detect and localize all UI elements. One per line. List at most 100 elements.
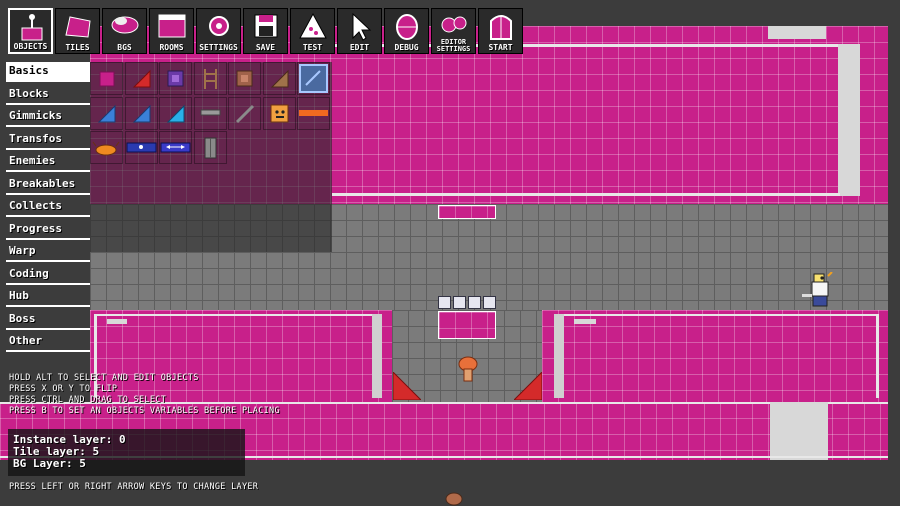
room-lower-right-wall-left [554,314,564,398]
toolbar-debug-button[interactable]: DEBUG [384,8,429,54]
toolbar-start-button[interactable]: START [478,8,523,54]
toolbar-settings-button[interactable]: SETTINGS [196,8,241,54]
palette-selected-tool[interactable] [297,62,330,95]
pink-square-icon [91,71,122,98]
toolbar-editor-settings-button[interactable]: EDITOR SETTINGS [431,8,476,54]
block-row[interactable] [438,296,498,309]
arrow-conveyor-icon [160,142,191,167]
palette-conveyor[interactable] [124,131,158,167]
room-top-outline-bottom [332,193,840,196]
palette-brown-slope[interactable] [262,62,296,98]
blue-slope-icon [91,104,122,133]
cyan-slope-icon [160,104,191,133]
floor-pillar [770,402,828,460]
category-blocks[interactable]: Blocks [6,85,90,105]
rail-icon [229,104,260,133]
red-slope-icon [126,69,157,98]
room-top-wall-right [838,44,860,196]
toolbar-edit-button[interactable]: EDIT [337,8,382,54]
small-block[interactable] [453,296,466,309]
toolbar-button-label: OBJECTS [13,42,48,51]
small-block[interactable] [483,296,496,309]
room-lower-right-ledge [574,319,596,324]
toolbar-button-label: TEST [302,43,323,52]
category-list: Basics Blocks Gimmicks Transfos Enemies Break… [6,62,90,355]
room-top-ceiling [768,26,826,39]
palette-spike-enemy[interactable] [90,131,123,164]
toolbar-test-button[interactable]: TEST [290,8,335,54]
help-footer: PRESS LEFT OR RIGHT ARROW KEYS TO CHANGE… [9,482,259,492]
toolbar-save-button[interactable]: SAVE [243,8,288,54]
palette-orange-bar[interactable] [297,96,330,133]
category-gimmicks[interactable]: Gimmicks [6,107,90,127]
palette-slope-block[interactable] [124,62,158,98]
category-basics[interactable]: Basics [6,62,90,82]
category-collects[interactable]: Collects [6,197,90,217]
category-enemies[interactable]: Enemies [6,152,90,172]
category-hub[interactable]: Hub [6,287,90,307]
palette-blue-slope-small[interactable] [90,96,123,133]
room-lower-right-wall-right [876,314,879,398]
help-line-select: PRESS CTRL AND DRAG TO SELECT [9,395,167,405]
room-lower-left-outline [96,314,382,316]
small-block[interactable] [468,296,481,309]
purple-block-icon [160,70,191,98]
palette-blue-slope-medium[interactable] [124,96,158,133]
category-progress[interactable]: Progress [6,220,90,240]
category-coding[interactable]: Coding [6,265,90,285]
toolbar-button-label: TILES [65,43,90,52]
toolbar-rooms-button[interactable]: ROOMS [149,8,194,54]
toolbar-button-label: EDIT [349,43,370,52]
category-boss[interactable]: Boss [6,310,90,330]
help-line-flip: PRESS X OR Y TO FLIP [9,384,118,394]
layer-info-panel: Instance layer: 0 Tile layer: 5 BG Layer… [8,429,245,476]
toolbar-button-label: SAVE [255,43,276,52]
bg-layer-label: BG Layer: 5 [13,457,86,470]
toolbar-objects-button[interactable]: OBJECTS [8,8,53,54]
blue-frame-icon [298,64,329,98]
help-line-variables: PRESS B TO SET AN OBJECTS VARIABLES BEFO… [9,406,280,416]
palette-destroyable-block[interactable] [228,62,261,95]
offscreen-object-icon[interactable] [444,492,464,506]
orange-bar-icon [298,109,329,133]
toolbar-button-label: START [488,43,513,52]
palette-cyan-slope[interactable] [159,96,192,133]
category-warp[interactable]: Warp [6,242,90,262]
palette-ladder[interactable] [193,62,227,98]
palette-orange-face-block[interactable] [262,96,296,133]
palette-solid-block[interactable] [90,62,123,95]
pit-slope-right[interactable] [514,372,542,400]
small-block[interactable] [438,296,451,309]
ladder-icon [195,69,226,98]
object-palette [90,62,332,252]
room-lower-right-outline [554,314,878,316]
mushroom-icon[interactable] [458,356,478,382]
palette-secret-block[interactable] [159,62,192,95]
palette-diagonal-rail[interactable] [228,96,261,133]
toolbar-tiles-button[interactable]: TILES [55,8,100,54]
pit-slope-left[interactable] [393,372,421,400]
toolbar-button-label: BGS [117,43,132,52]
brown-block-icon [229,70,260,98]
conveyor-icon [126,142,157,167]
player-character-icon[interactable] [802,272,834,310]
palette-arrow-conveyor[interactable] [159,131,192,164]
category-other[interactable]: Other [6,332,90,352]
toolbar-button-label: DEBUG [394,43,419,52]
help-line-alt: HOLD ALT TO SELECT AND EDIT OBJECTS [9,373,199,383]
toolbar-button-label: EDITOR SETTINGS [436,38,471,53]
room-lower-left [90,310,392,402]
blue-slope-icon [126,104,157,133]
face-block-icon [264,104,295,133]
brown-slope-icon [264,69,295,98]
category-breakables[interactable]: Breakables [6,175,90,195]
toolbar-button-label: SETTINGS [199,43,238,52]
palette-platform[interactable] [193,96,227,130]
category-transfos[interactable]: Transfos [6,130,90,150]
room-lower-left-ledge [107,319,127,324]
gray-door-icon [195,137,226,167]
toolbar-bgs-button[interactable]: BGS [102,8,147,54]
toolbar-button-label: ROOMS [159,43,184,52]
palette-door[interactable] [193,131,227,167]
pit-block [438,311,496,339]
